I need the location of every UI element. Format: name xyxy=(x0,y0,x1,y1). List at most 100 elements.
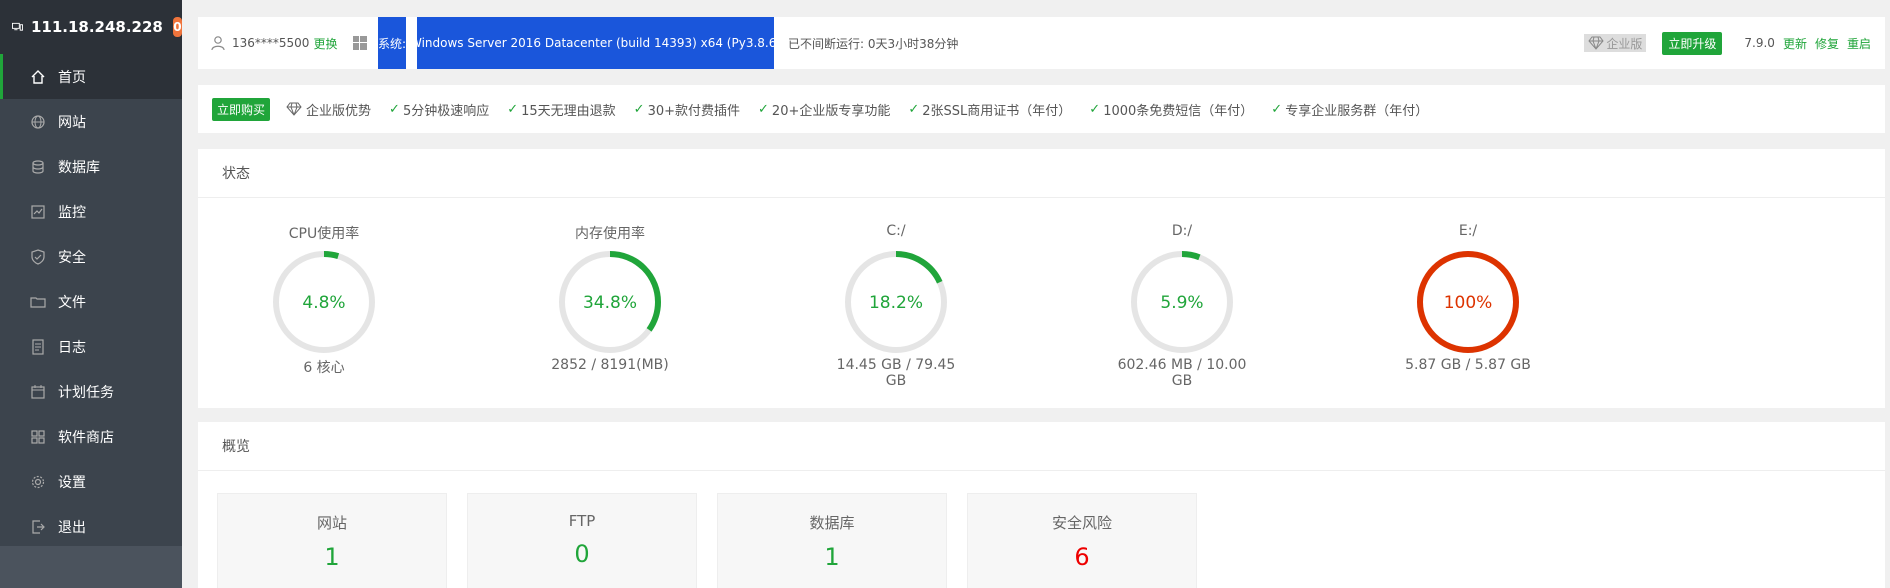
check-icon: ✓ xyxy=(908,101,920,117)
user-icon xyxy=(211,36,225,51)
overview-panel: 概览 网站 1 FTP 0 数据库 1 安全风险 6 xyxy=(198,422,1885,588)
feature-label: 20+企业版专享功能 xyxy=(771,103,891,119)
sidebar-item-label: 安全 xyxy=(58,249,86,266)
gauge-value: 4.8% xyxy=(302,293,345,313)
overview-label: 安全风险 xyxy=(1051,514,1112,532)
gauge-title: E:/ xyxy=(1458,223,1478,239)
promo-bar: 立即购买 企业版优势 ✓ 5分钟极速响应 ✓ 15天无理由退款 ✓ 30+款付费插件 … xyxy=(198,85,1885,133)
overview-security-risk[interactable]: 安全风险 6 xyxy=(967,493,1197,588)
sidebar-item-label: 退出 xyxy=(58,519,86,536)
overview-label: FTP xyxy=(568,512,596,530)
sidebar: 111.18.248.228 0 首页 网站 数据库 监控 安全 文件 日志 计… xyxy=(0,0,182,588)
database-icon xyxy=(30,159,46,175)
version-number: 7.9.0 xyxy=(1744,36,1775,50)
gauge-value: 100% xyxy=(1444,293,1493,313)
sidebar-item-cron[interactable]: 计划任务 xyxy=(0,369,182,414)
buy-now-button[interactable]: 立即购买 xyxy=(212,97,271,121)
feature-label: 1000条免费短信（年付） xyxy=(1103,103,1254,119)
overview-value: 1 xyxy=(324,543,340,571)
disk-d-gauge[interactable]: D:/ 5.9% 602.46 MB / 10.00 GB xyxy=(1112,223,1252,389)
update-link[interactable]: 更新 xyxy=(1783,35,1807,52)
overview-website[interactable]: 网站 1 xyxy=(217,493,447,588)
edition-label: 企业版 xyxy=(1606,36,1643,51)
gauge-subtitle: 5.87 GB / 5.87 GB xyxy=(1405,357,1531,373)
server-ip: 111.18.248.228 xyxy=(30,18,163,36)
sidebar-item-monitor[interactable]: 监控 xyxy=(0,189,182,234)
sidebar-item-label: 首页 xyxy=(58,69,86,86)
cpu-gauge[interactable]: CPU使用率 4.8% 6 核心 xyxy=(254,223,394,377)
check-icon: ✓ xyxy=(633,101,645,117)
home-icon xyxy=(30,69,46,85)
diamond-icon xyxy=(1588,36,1605,50)
sidebar-item-label: 数据库 xyxy=(58,159,100,176)
status-title: 状态 xyxy=(198,149,1885,198)
sidebar-item-label: 软件商店 xyxy=(58,429,114,446)
disk-c-gauge[interactable]: C:/ 18.2% 14.45 GB / 79.45 GB xyxy=(826,223,966,389)
upgrade-button[interactable]: 立即升级 xyxy=(1662,31,1723,55)
sidebar-item-store[interactable]: 软件商店 xyxy=(0,414,182,459)
server-icon xyxy=(12,22,23,31)
gauge-subtitle: 602.46 MB / 10.00 GB xyxy=(1117,357,1247,389)
sidebar-item-label: 计划任务 xyxy=(58,384,114,401)
sidebar-item-label: 监控 xyxy=(58,204,86,221)
gauge-ring: 4.8% xyxy=(273,251,375,353)
sidebar-item-website[interactable]: 网站 xyxy=(0,99,182,144)
logout-icon xyxy=(30,519,46,535)
gauge-subtitle: 2852 / 8191(MB) xyxy=(551,357,669,373)
gauge-ring: 100% xyxy=(1417,251,1519,353)
repair-link[interactable]: 修复 xyxy=(1815,35,1839,52)
server-header: 111.18.248.228 0 xyxy=(0,0,182,54)
sidebar-item-home[interactable]: 首页 xyxy=(0,54,182,99)
gauge-ring: 34.8% xyxy=(559,251,661,353)
gauge-value: 5.9% xyxy=(1160,293,1203,313)
gauge-ring: 18.2% xyxy=(845,251,947,353)
overview-database[interactable]: 数据库 1 xyxy=(717,493,947,588)
log-icon xyxy=(30,338,46,355)
overview-ftp[interactable]: FTP 0 xyxy=(467,493,697,588)
calendar-icon xyxy=(30,384,46,400)
top-bar: 136****5500 更换 系统: Windows Server 2016 D… xyxy=(198,17,1885,69)
feature-item: ✓ 30+款付费插件 xyxy=(634,100,740,119)
feature-label: 5分钟极速响应 xyxy=(402,103,490,119)
overview-title: 概览 xyxy=(198,422,1885,471)
overview-value: 6 xyxy=(1074,543,1090,571)
sidebar-item-label: 设置 xyxy=(58,474,86,491)
sidebar-item-settings[interactable]: 设置 xyxy=(0,459,182,504)
disk-e-gauge[interactable]: E:/ 100% 5.87 GB / 5.87 GB xyxy=(1398,223,1538,373)
sidebar-item-logout[interactable]: 退出 xyxy=(0,504,182,549)
feature-label: 2张SSL商用证书（年付） xyxy=(922,103,1072,119)
system-info: Windows Server 2016 Datacenter (build 14… xyxy=(410,17,781,69)
overview-value: 0 xyxy=(574,540,590,568)
sidebar-item-logs[interactable]: 日志 xyxy=(0,324,182,369)
sidebar-item-label: 日志 xyxy=(58,339,86,356)
gauge-title: C:/ xyxy=(886,223,906,239)
memory-gauge[interactable]: 内存使用率 34.8% 2852 / 8191(MB) xyxy=(540,223,680,373)
overview-value: 1 xyxy=(824,543,840,571)
feature-item: ✓ 2张SSL商用证书（年付） xyxy=(908,100,1071,119)
feature-item: ✓ 1000条免费短信（年付） xyxy=(1089,100,1253,119)
feature-label: 15天无理由退款 xyxy=(521,103,616,119)
feature-item: ✓ 15天无理由退款 xyxy=(507,100,615,119)
shield-icon xyxy=(30,248,46,265)
header-actions: 企业版 立即升级 7.9.0 更新 修复 重启 xyxy=(1584,17,1871,69)
gear-icon xyxy=(30,474,46,490)
notification-badge[interactable]: 0 xyxy=(172,17,182,37)
globe-icon xyxy=(30,114,46,130)
feature-item: ✓ 20+企业版专享功能 xyxy=(758,100,890,119)
folder-icon xyxy=(30,294,46,310)
restart-link[interactable]: 重启 xyxy=(1847,35,1871,52)
diamond-icon xyxy=(286,102,302,116)
sidebar-item-files[interactable]: 文件 xyxy=(0,279,182,324)
gauge-title: D:/ xyxy=(1171,223,1193,239)
feature-label: 专享企业服务群（年付） xyxy=(1285,103,1429,119)
feature-label: 30+款付费插件 xyxy=(647,103,741,119)
sidebar-item-database[interactable]: 数据库 xyxy=(0,144,182,189)
sidebar-item-security[interactable]: 安全 xyxy=(0,234,182,279)
change-account-link[interactable]: 更换 xyxy=(313,35,337,52)
gauge-value: 34.8% xyxy=(583,293,637,313)
user-phone: 136****5500 xyxy=(232,36,310,50)
windows-icon xyxy=(353,36,368,50)
gauge-title: 内存使用率 xyxy=(575,226,645,242)
gauge-subtitle: 14.45 GB / 79.45 GB xyxy=(836,357,956,389)
enterprise-advantage: 企业版优势 xyxy=(286,100,371,119)
